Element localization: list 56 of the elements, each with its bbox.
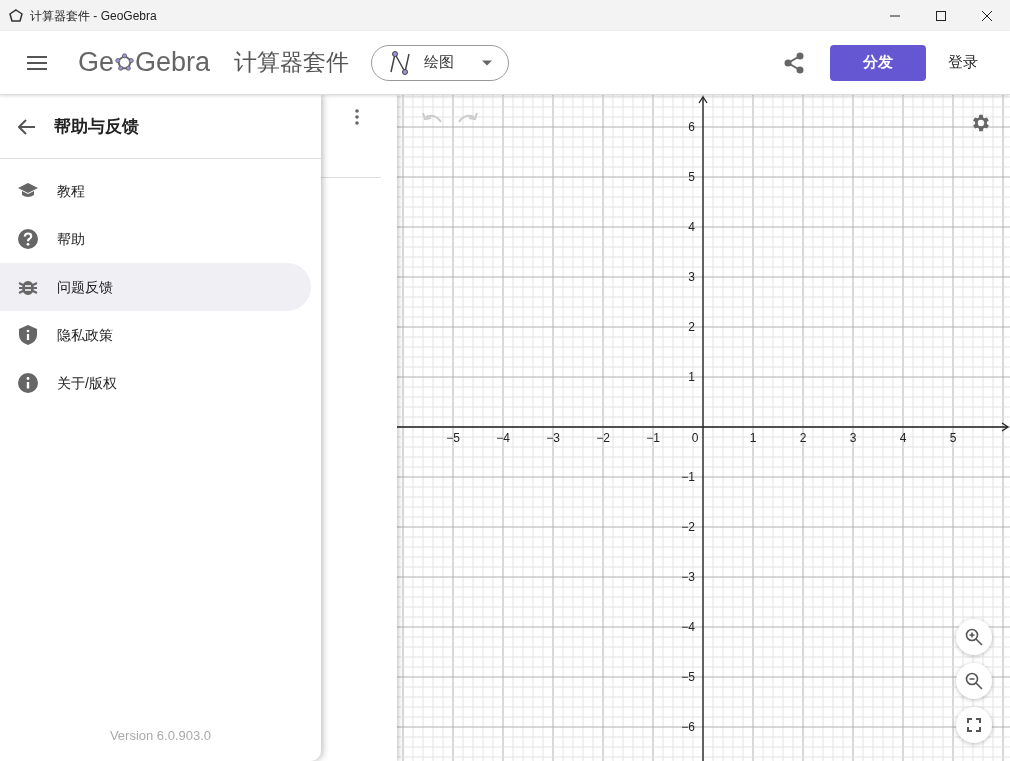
app-title: 计算器套件 (234, 48, 350, 78)
drawer-menu-item[interactable]: 帮助 (0, 215, 311, 263)
axis-label: −2 (681, 520, 695, 534)
axis-label: −5 (681, 670, 695, 684)
axis-label: 1 (688, 370, 695, 384)
logo-icon (115, 53, 135, 72)
share-icon[interactable] (784, 51, 804, 74)
axis-label: −1 (646, 431, 660, 445)
axis-label: 2 (799, 431, 807, 445)
zoom-in-icon (965, 628, 983, 646)
version-text: Version 6.0.903.0 (109, 726, 212, 745)
share-button[interactable]: 分发 (830, 44, 926, 81)
axis-label: −2 (596, 431, 610, 445)
axis-label: −5 (446, 431, 460, 445)
axis-label: −4 (496, 431, 510, 445)
axis-label: 6 (688, 120, 695, 134)
drawer-menu-item[interactable]: 问题反馈 (0, 263, 311, 311)
zoom-out-button[interactable] (956, 663, 992, 699)
logo-text: Gebra (135, 46, 211, 80)
axis-label: 5 (688, 170, 695, 184)
axis-label: 4 (899, 431, 907, 445)
close-icon (982, 10, 992, 21)
help-icon (18, 229, 38, 249)
window-title: 计算器套件 - GeoGebra (30, 7, 157, 25)
logo-text: Ge (78, 46, 115, 80)
graph-curve-icon (388, 49, 413, 76)
fullscreen-icon (967, 718, 981, 732)
maximize-icon (936, 10, 946, 21)
axis-label: 4 (688, 220, 695, 234)
fullscreen-button[interactable] (956, 707, 992, 743)
more-icon[interactable] (355, 109, 359, 125)
axis-label: 3 (688, 270, 695, 284)
login-link[interactable]: 登录 (948, 51, 978, 74)
graph-grid[interactable]: −5 −4 −3 −2 −1 0 1 2 3 4 5 6 5 4 3 2 1 −1 −2 −3 −4 −5 −6 (397, 95, 1010, 761)
axis-label: −6 (681, 720, 695, 734)
axis-label: 1 (749, 431, 757, 445)
zoom-out-icon (965, 672, 983, 690)
app-icon (8, 7, 24, 24)
drawer-menu-item[interactable]: 教程 (0, 167, 311, 215)
drawer-menu-item[interactable]: 关于/版权 (0, 359, 311, 407)
settings-icon[interactable] (970, 112, 992, 134)
axis-label: −3 (546, 431, 560, 445)
caret-icon (482, 59, 493, 66)
axis-label: −4 (681, 620, 695, 634)
axis-label: 2 (688, 320, 695, 334)
axis-label: −1 (681, 470, 695, 484)
zoom-in-button[interactable] (956, 619, 992, 655)
shield-icon (18, 325, 38, 345)
axis-label: 3 (849, 431, 857, 445)
drawer-menu-item[interactable]: 隐私政策 (0, 311, 311, 359)
axis-label: −3 (681, 570, 695, 584)
axis-label: 5 (949, 431, 957, 445)
axis-label: 0 (691, 431, 699, 445)
drawer-title: 帮助与反馈 (54, 115, 139, 138)
back-arrow-icon[interactable] (18, 118, 36, 135)
info-icon (18, 373, 38, 393)
